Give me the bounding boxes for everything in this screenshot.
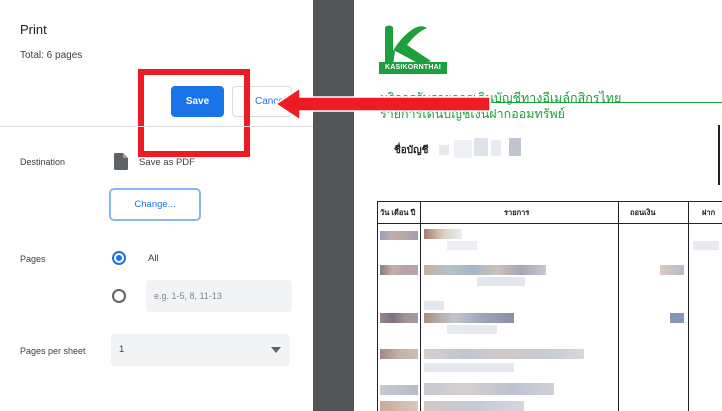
table-border	[377, 223, 722, 224]
pages-all-label: All	[148, 253, 159, 264]
preview-page: KASIKORNTHAI บริการรับรายการเดินบัญชีทาง…	[354, 0, 722, 411]
pages-per-sheet-select[interactable]: 1	[111, 334, 290, 366]
total-pages: Total: 6 pages	[20, 50, 83, 61]
blurred-text	[439, 145, 449, 155]
table-header-date: วัน เดือน ปี	[380, 208, 416, 217]
destination-value: Save as PDF	[139, 157, 195, 168]
blurred-text	[424, 401, 524, 411]
document-title-line2: รายการเดินบัญชีเงินฝากออมทรัพย์	[380, 107, 565, 121]
table-border	[420, 201, 421, 411]
pages-per-sheet-label: Pages per sheet	[20, 346, 86, 356]
print-settings-panel: Print Total: 6 pages Save Cancel Destina…	[0, 0, 313, 411]
file-icon	[114, 153, 128, 170]
blurred-text	[424, 363, 514, 372]
pages-all-radio[interactable]	[112, 251, 126, 265]
blurred-text	[477, 277, 525, 286]
blurred-text	[380, 401, 418, 411]
table-border	[377, 201, 722, 202]
table-border	[618, 201, 619, 411]
change-destination-button[interactable]: Change...	[109, 188, 201, 221]
frame-line	[718, 125, 720, 185]
table-header-deposit: ฝาก	[702, 208, 716, 217]
table-header-withdrawal: ถอนเงิน	[630, 208, 656, 217]
pages-custom-input[interactable]	[146, 280, 292, 312]
blurred-text	[380, 313, 418, 323]
blurred-text	[424, 313, 514, 323]
account-name-label: ชื่อบัญชี	[394, 145, 429, 156]
blurred-text	[424, 383, 554, 395]
annotation-highlight-box	[138, 69, 250, 157]
statement-table: วัน เดือน ปี รายการ ถอนเงิน ฝาก	[377, 201, 722, 411]
blurred-text	[380, 231, 418, 240]
blurred-text	[424, 301, 444, 310]
blurred-text	[660, 265, 684, 275]
divider	[0, 126, 313, 127]
blurred-text	[509, 138, 521, 156]
pages-custom-radio[interactable]	[112, 289, 126, 303]
table-border	[688, 201, 689, 411]
blurred-text	[454, 140, 472, 158]
blurred-text	[424, 229, 462, 239]
blurred-text	[380, 265, 418, 275]
blurred-text	[447, 241, 477, 250]
pages-label: Pages	[20, 254, 46, 264]
title-underline	[380, 102, 722, 103]
destination-label: Destination	[20, 157, 66, 167]
blurred-text	[491, 140, 501, 156]
chevron-down-icon	[271, 347, 281, 353]
blurred-text	[424, 265, 546, 275]
table-header-description: รายการ	[504, 208, 530, 217]
blurred-text	[693, 241, 719, 250]
blurred-text	[474, 138, 488, 156]
blurred-text	[380, 385, 418, 395]
blurred-text	[380, 349, 418, 359]
pages-per-sheet-value: 1	[119, 344, 125, 355]
blurred-text	[447, 325, 497, 334]
print-preview-area[interactable]: KASIKORNTHAI บริการรับรายการเดินบัญชีทาง…	[313, 0, 722, 411]
print-title: Print	[20, 22, 47, 37]
table-border	[377, 201, 378, 411]
logo-text: KASIKORNTHAI	[379, 62, 447, 74]
blurred-text	[670, 313, 684, 323]
blurred-text	[424, 349, 584, 359]
